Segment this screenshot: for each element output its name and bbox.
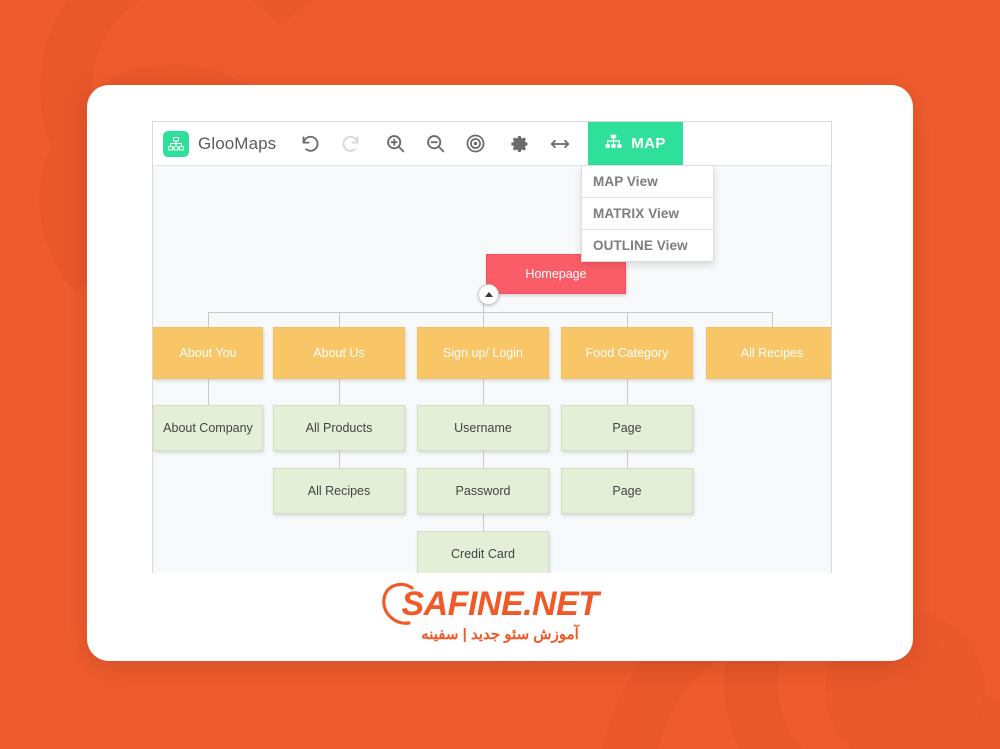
triangle-up-icon [484, 292, 493, 297]
node-page-1[interactable]: Page [561, 405, 693, 451]
collapse-toggle-button[interactable] [478, 284, 499, 305]
menu-item-map-view[interactable]: MAP View [582, 166, 713, 198]
connector-level1-stem-5 [772, 312, 773, 327]
node-label: Sign up/ Login [443, 346, 523, 360]
map-view-dropdown: MAP View MATRIX View OUTLINE View [581, 166, 714, 262]
redo-button[interactable] [330, 122, 370, 165]
node-label: All Products [305, 421, 373, 435]
sitemap-canvas[interactable]: Homepage About You About Us Sign up/ Log… [153, 166, 831, 573]
node-label: Credit Card [451, 547, 515, 561]
node-label: About Us [313, 346, 365, 360]
swoosh-icon [382, 582, 415, 625]
sitemap-icon [163, 130, 189, 157]
node-label: About You [179, 346, 237, 360]
node-label: All Recipes [307, 484, 371, 498]
undo-button[interactable] [290, 122, 330, 165]
toolbar: GlooMaps MAP [153, 122, 831, 166]
node-sign-up-login[interactable]: Sign up/ Login [417, 327, 549, 379]
node-label: About Company [163, 421, 253, 435]
brand-name: GlooMaps [198, 133, 277, 153]
node-label: Page [612, 484, 642, 498]
node-password[interactable]: Password [417, 468, 549, 514]
menu-item-outline-view[interactable]: OUTLINE View [582, 230, 713, 261]
node-about-you[interactable]: About You [153, 327, 263, 379]
connector-l1-to-l2a-2 [339, 379, 340, 405]
node-about-us[interactable]: About Us [273, 327, 405, 379]
connector-level1-stem-2 [339, 312, 340, 327]
connector-level1-bus [208, 312, 773, 313]
node-all-products[interactable]: All Products [273, 405, 405, 451]
node-label: Homepage [525, 267, 587, 281]
connector-l1-to-l2a-3 [483, 379, 484, 405]
gloomaps-app-window: GlooMaps MAP MAP View MATRIX View OUTLIN… [152, 121, 832, 573]
recenter-button[interactable] [455, 122, 495, 165]
watermark-wordmark: SAFINE.NET [382, 582, 599, 625]
node-label: Password [455, 484, 511, 498]
watermark: SAFINE.NET آموزش سئو جدید | سفینه [87, 582, 913, 644]
node-all-recipes-sub[interactable]: All Recipes [273, 468, 405, 514]
watermark-tagline: آموزش سئو جدید | سفینه [421, 626, 579, 643]
node-label: Username [454, 421, 512, 435]
content-card: GlooMaps MAP MAP View MATRIX View OUTLIN… [87, 85, 913, 661]
connector-l1-to-l2a-4 [627, 379, 628, 405]
watermark-text: SAFINE.NET [401, 585, 599, 623]
node-label: Page [612, 421, 642, 435]
connector-level1-stem-3 [483, 312, 484, 327]
node-username[interactable]: Username [417, 405, 549, 451]
menu-item-matrix-view[interactable]: MATRIX View [582, 198, 713, 230]
fit-width-button[interactable] [540, 122, 580, 165]
zoom-out-button[interactable] [415, 122, 455, 165]
node-about-company[interactable]: About Company [153, 405, 263, 451]
node-all-recipes-top[interactable]: All Recipes [706, 327, 831, 379]
zoom-in-button[interactable] [375, 122, 415, 165]
map-button-label: MAP [631, 135, 666, 152]
connector-l1-to-l2a-1 [208, 379, 209, 405]
settings-button[interactable] [500, 122, 540, 165]
node-page-2[interactable]: Page [561, 468, 693, 514]
sitemap-icon [605, 134, 622, 154]
map-view-button[interactable]: MAP [588, 122, 683, 165]
connector-level1-stem-1 [208, 312, 209, 327]
connector-level1-stem-4 [627, 312, 628, 327]
node-label: Food Category [585, 346, 669, 360]
node-label: All Recipes [740, 346, 804, 360]
node-credit-card[interactable]: Credit Card [417, 531, 549, 573]
brand: GlooMaps [153, 122, 290, 165]
node-food-category[interactable]: Food Category [561, 327, 693, 379]
